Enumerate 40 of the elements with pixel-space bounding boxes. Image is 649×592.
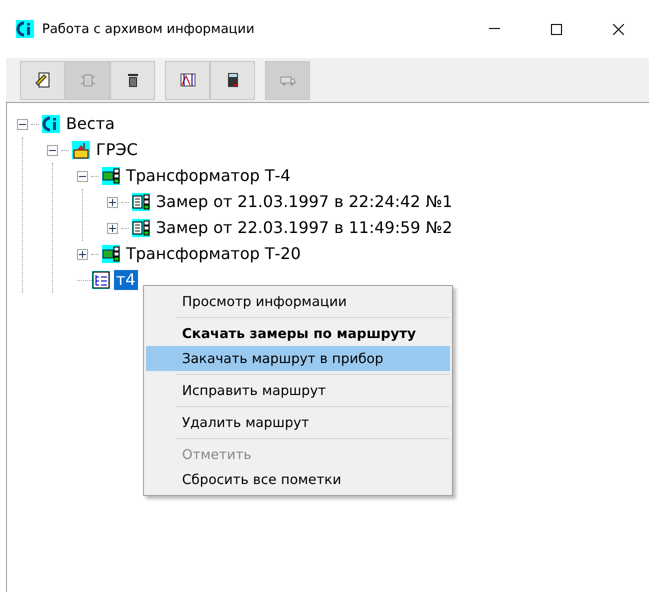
expand-button[interactable] [77,248,88,260]
scroll-icon [132,219,150,237]
menu-item[interactable]: Закачать маршрут в прибор [146,346,450,371]
collapse-button[interactable] [77,170,88,182]
transformer-icon [102,167,120,185]
tree-list-icon [92,271,110,289]
collapse-button[interactable] [47,144,58,156]
close-icon [612,24,624,34]
tree-item[interactable]: Замер от 22.03.1997 в 11:49:59 №2 [154,218,454,238]
scroll-icon [132,193,150,211]
toolbar-button[interactable] [110,60,155,100]
maximize-icon [550,24,562,34]
toolbar-button[interactable] [165,60,210,100]
plus-icon [108,224,117,232]
tree-item[interactable]: Трансформатор Т-4 [124,166,293,186]
toolbar-button[interactable] [20,60,65,100]
app-logo-icon [42,115,60,133]
transformer-icon [102,245,120,263]
menu-item[interactable]: Исправить маршрут [146,378,450,403]
expand-button[interactable] [107,196,118,208]
tree-item[interactable]: ГРЭС [94,140,140,160]
menu-item[interactable]: Сбросить все пометки [146,467,450,492]
tree-item[interactable]: Веста [64,114,117,134]
plus-icon [108,198,117,206]
minimize-icon [488,28,500,30]
tree-item[interactable]: т4 [114,270,138,290]
factory-icon [72,141,90,159]
tree-item[interactable]: Замер от 21.03.1997 в 22:24:42 №1 [154,192,454,212]
document-edit-icon [34,71,52,89]
plus-icon [78,250,87,258]
expand-button[interactable] [107,222,118,234]
collapse-button[interactable] [17,118,28,130]
menu-item[interactable]: Просмотр информации [146,289,450,314]
tree-item[interactable]: Трансформатор Т-20 [124,244,303,264]
toolbar-button[interactable] [210,60,255,100]
menu-item[interactable]: Скачать замеры по маршруту [146,321,450,346]
window-title: Работа с архивом информации [42,22,256,36]
app-logo-icon [16,20,34,38]
menu-item[interactable]: Удалить маршрут [146,410,450,435]
chart-icon [178,71,196,89]
